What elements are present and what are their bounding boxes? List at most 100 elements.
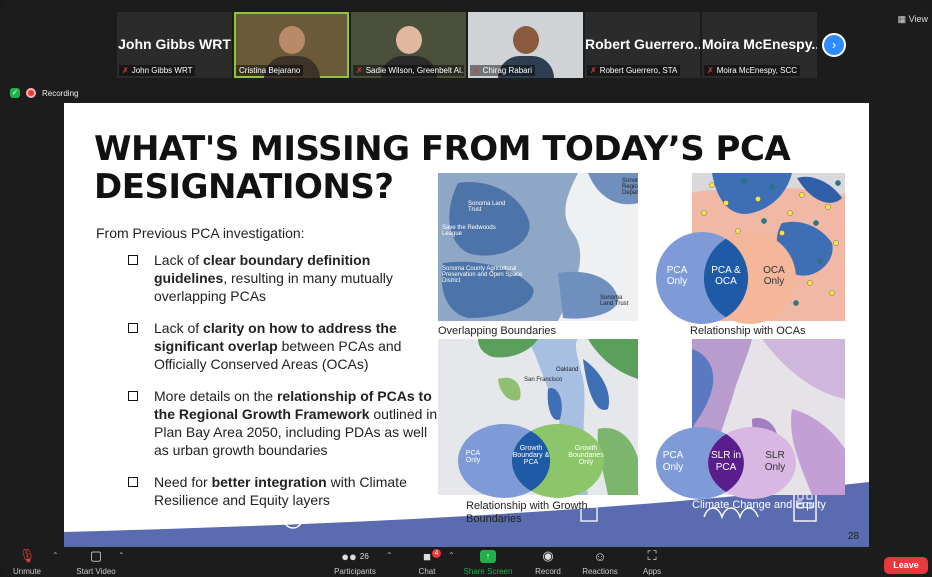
participant-display-name: Moira McEnespy... <box>702 36 817 52</box>
reactions-icon: ☺ <box>593 548 607 564</box>
microphone-muted-icon: ✗ <box>707 66 714 75</box>
venn-label: PCA & OCA <box>711 265 741 287</box>
apps-button[interactable]: ⛶ Apps <box>638 547 666 577</box>
map-point <box>761 218 767 224</box>
venn-label: SLR in PCA <box>710 450 741 473</box>
venn-label: PCA Only <box>666 265 688 287</box>
venn-label: SLR Only <box>764 450 786 473</box>
caption-climate: Climate Change and Equity <box>692 499 826 511</box>
chat-caret[interactable]: ⌃ <box>448 551 455 560</box>
bullet-text: More details on the relationship of PCAs… <box>154 388 438 458</box>
checkbox-icon <box>128 477 138 487</box>
view-label: View <box>908 14 928 24</box>
chat-label: Chat <box>418 567 436 576</box>
participant-tile[interactable]: ✗ Sadie Wilson, Greenbelt Al... <box>351 12 466 78</box>
apps-label: Apps <box>642 567 662 576</box>
bullet-text: Lack of clear boundary definition guidel… <box>154 252 393 304</box>
chat-icon: ■ <box>423 548 431 564</box>
slide-intro: From Previous PCA investigation: <box>96 225 305 241</box>
video-options-caret[interactable]: ⌃ <box>118 551 125 560</box>
participants-count: 26 <box>359 551 369 561</box>
participant-tile[interactable]: John Gibbs WRT ✗ John Gibbs WRT <box>117 12 232 78</box>
shield-icon[interactable]: ✓ <box>10 88 20 98</box>
participants-caret[interactable]: ⌃ <box>386 551 393 560</box>
microphone-muted-icon: ✗ <box>473 66 480 75</box>
map-point <box>829 290 835 296</box>
venn-label: Growth Boundaries Only <box>568 445 604 466</box>
venn-label: PCA Only <box>662 450 684 473</box>
map-point <box>817 258 823 264</box>
view-button[interactable]: ▦ View <box>898 14 928 25</box>
reactions-button[interactable]: ☺ Reactions <box>580 547 620 577</box>
map-point <box>807 280 813 286</box>
map-point <box>701 210 707 216</box>
start-video-button[interactable]: ▢ Start Video <box>72 547 120 577</box>
leave-button[interactable]: Leave <box>884 557 928 574</box>
record-button[interactable]: ◉ Record <box>530 547 566 577</box>
bullet-item: Lack of clarity on how to address the si… <box>128 319 443 373</box>
apps-icon: ⛶ <box>647 548 657 563</box>
zoom-window: ▦ View John Gibbs WRT ✗ John Gibbs WRT Cris… <box>0 0 932 577</box>
checkbox-icon <box>128 391 138 401</box>
bullet-text: Lack of clarity on how to address the si… <box>154 320 402 372</box>
venn-ocas: PCA Only PCA & OCA OCA Only <box>654 230 798 326</box>
map-label: Sonoma Land Trust <box>468 201 506 213</box>
caption-ocas: Relationship with OCAs <box>690 325 806 337</box>
record-label: Record <box>535 567 561 576</box>
map-point <box>769 184 775 190</box>
unmute-label: Unmute <box>12 567 41 576</box>
map-label: Oakland <box>556 367 579 373</box>
participant-name-label: ✗ John Gibbs WRT <box>119 65 196 76</box>
video-off-icon: ▢ <box>89 548 103 563</box>
recording-label: Recording <box>42 88 79 98</box>
bullet-text: Need for better integration with Climate… <box>154 474 407 508</box>
map-point <box>835 180 841 186</box>
participant-name-label: Cristina Bejarano <box>236 65 304 76</box>
recording-icon[interactable] <box>26 88 36 98</box>
microphone-muted-icon: ✗ <box>590 66 597 75</box>
microphone-muted-icon: 🎙 <box>18 548 36 563</box>
start-video-label: Start Video <box>76 567 116 576</box>
bullet-item: Lack of clear boundary definition guidel… <box>128 251 443 305</box>
participant-name-label: ✗ Moira McEnespy, SCC <box>704 65 801 76</box>
recording-bar: ✓ Recording <box>0 86 932 100</box>
chat-badge: 4 <box>432 549 441 558</box>
map-point <box>813 220 819 226</box>
microphone-muted-icon: ✗ <box>356 66 363 75</box>
participant-name-label: ✗ Chirag Rabari <box>470 65 536 76</box>
participant-tiles: John Gibbs WRT ✗ John Gibbs WRT Cristina Be… <box>117 12 817 78</box>
panel-overlap: Sonoma Land Trust Save the Redwoods Leag… <box>438 173 638 323</box>
participant-tile[interactable]: Cristina Bejarano <box>234 12 349 78</box>
bullet-item: More details on the relationship of PCAs… <box>128 387 443 459</box>
map-label: Sonor Regio Depar <box>622 178 638 196</box>
checkbox-icon <box>128 323 138 333</box>
map-point <box>709 182 715 188</box>
unmute-button[interactable]: 🎙 Unmute <box>4 547 50 577</box>
participant-tile[interactable]: ✗ Chirag Rabari <box>468 12 583 78</box>
page-number: 28 <box>847 531 859 542</box>
participant-tile[interactable]: Robert Guerrero... ✗ Robert Guerrero, STA <box>585 12 700 78</box>
map-label: San Francisco <box>524 377 563 383</box>
share-screen-icon-wrap: ↑ <box>480 547 496 565</box>
share-screen-icon: ↑ <box>480 549 496 563</box>
venn-label: OCA Only <box>763 265 785 287</box>
record-icon: ◉ <box>542 548 554 563</box>
next-participants-button[interactable]: › <box>822 33 846 57</box>
participant-tile[interactable]: Moira McEnespy... ✗ Moira McEnespy, SCC <box>702 12 817 78</box>
checkbox-icon <box>128 255 138 265</box>
participant-name-label: ✗ Robert Guerrero, STA <box>587 65 681 76</box>
microphone-muted-icon: ✗ <box>122 66 129 75</box>
participant-display-name: Robert Guerrero... <box>585 36 700 52</box>
venn-climate: PCA Only SLR in PCA SLR Only <box>654 425 798 501</box>
map-point <box>755 196 761 202</box>
share-screen-button[interactable]: ↑ Share Screen <box>462 547 514 577</box>
map-point <box>825 204 831 210</box>
audio-options-caret[interactable]: ⌃ <box>52 551 59 560</box>
participants-button[interactable]: ●● 26 Participants <box>330 547 380 577</box>
caption-overlap: Overlapping Boundaries <box>438 325 557 337</box>
map-label: Save the Redwoods League <box>442 225 496 237</box>
reactions-label: Reactions <box>582 567 618 576</box>
map-point <box>799 192 805 198</box>
bullet-item: Need for better integration with Climate… <box>128 473 443 509</box>
participant-display-name: John Gibbs WRT <box>118 36 231 52</box>
